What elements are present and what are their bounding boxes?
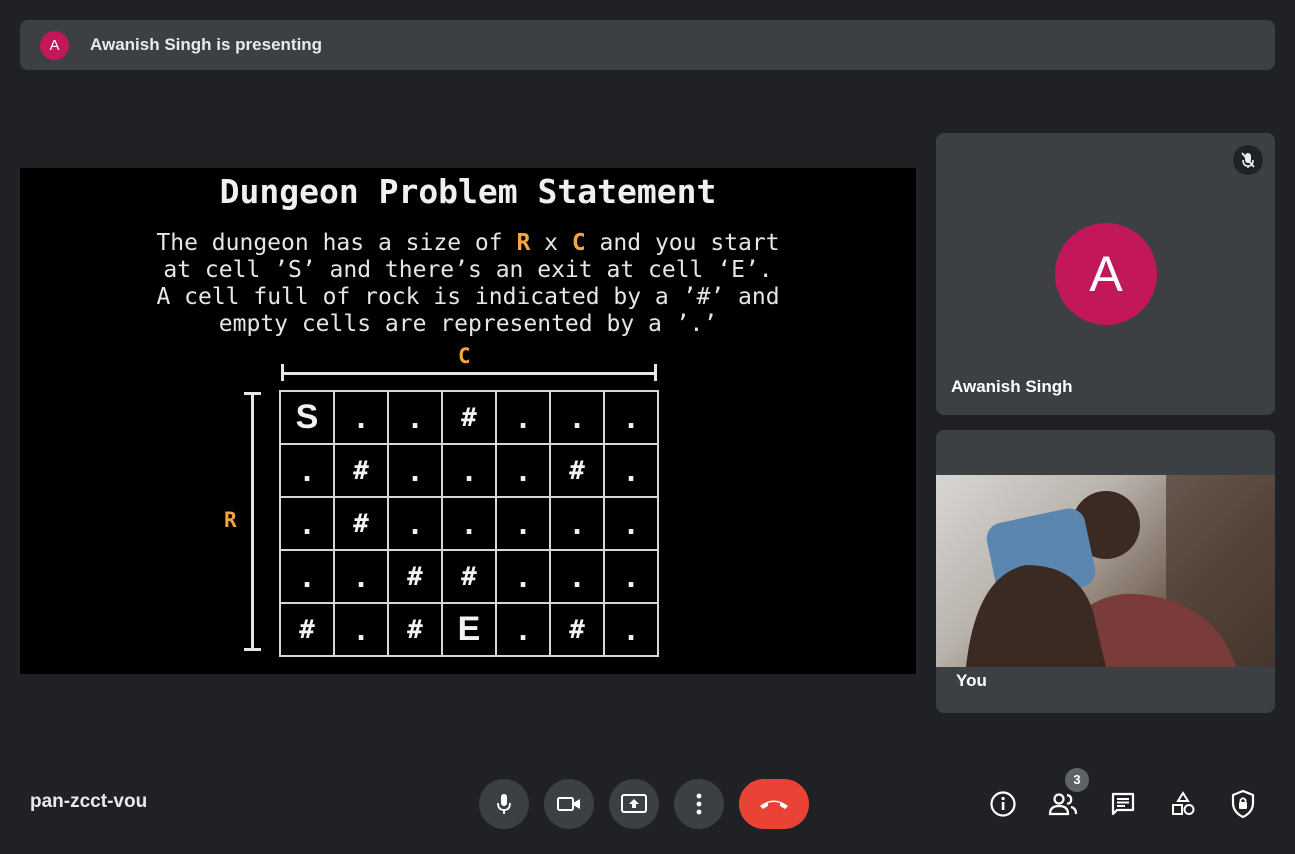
- grid-cell: .: [443, 445, 495, 496]
- grid-cell: .: [551, 551, 603, 602]
- self-name: You: [956, 671, 987, 690]
- shapes-icon: [1172, 791, 1195, 815]
- grid-cell: .: [281, 551, 333, 602]
- muted-mic-icon: [1233, 145, 1263, 175]
- grid-cell: #: [443, 392, 495, 443]
- chat-icon: [1111, 792, 1135, 816]
- grid-cell: .: [605, 498, 657, 549]
- grid-cell: .: [551, 392, 603, 443]
- presenter-avatar: A: [40, 31, 69, 60]
- grid-cell: S: [281, 392, 333, 443]
- slide-title: Dungeon Problem Statement: [219, 172, 717, 211]
- grid-cell: .: [281, 498, 333, 549]
- grid-cell: .: [497, 551, 549, 602]
- grid-cell: #: [335, 445, 387, 496]
- grid-cell: #: [551, 445, 603, 496]
- more-options-button[interactable]: [674, 779, 724, 829]
- presenting-text: Awanish Singh is presenting: [90, 35, 323, 54]
- row-dimension-tick-bottom: [244, 648, 261, 651]
- grid-cell: .: [497, 498, 549, 549]
- microphone-button[interactable]: [479, 779, 529, 829]
- participant-avatar: A: [1055, 223, 1157, 325]
- column-dimension-tick-right: [654, 364, 657, 381]
- grid-cell: .: [605, 551, 657, 602]
- microphone-icon: [497, 794, 511, 814]
- present-screen-icon: [621, 794, 647, 813]
- info-icon: [990, 791, 1016, 817]
- grid-cell: #: [551, 604, 603, 655]
- grid-cell: .: [389, 498, 441, 549]
- shield-lock-icon: [1231, 789, 1255, 819]
- host-controls-button[interactable]: [1225, 786, 1261, 822]
- participant-tile-self[interactable]: You: [936, 430, 1275, 713]
- grid-cell: #: [389, 604, 441, 655]
- grid-cell: .: [335, 392, 387, 443]
- grid-cell: .: [497, 604, 549, 655]
- grid-cell: .: [551, 498, 603, 549]
- column-label: C: [458, 344, 471, 368]
- self-video-feed: [936, 475, 1275, 667]
- grid-cell: .: [389, 392, 441, 443]
- leave-call-button[interactable]: [739, 779, 809, 829]
- people-icon: [1048, 793, 1078, 816]
- grid-cell: #: [281, 604, 333, 655]
- video-camera-icon: [557, 797, 580, 811]
- column-dimension-line: [282, 372, 656, 375]
- present-now-button[interactable]: [609, 779, 659, 829]
- grid-cell: #: [335, 498, 387, 549]
- grid-cell: #: [389, 551, 441, 602]
- shared-screen: Dungeon Problem Statement The dungeon ha…: [20, 168, 916, 674]
- hang-up-icon: [760, 800, 788, 809]
- grid-cell: .: [605, 392, 657, 443]
- grid-cell: .: [335, 551, 387, 602]
- row-dimension-tick-top: [244, 392, 261, 395]
- grid-cell: E: [443, 604, 495, 655]
- participant-name: Awanish Singh: [951, 377, 1073, 396]
- participants-count-badge: 3: [1065, 768, 1089, 792]
- grid-cell: .: [605, 604, 657, 655]
- grid-cell: .: [335, 604, 387, 655]
- grid-cell: .: [497, 392, 549, 443]
- grid-cell: .: [389, 445, 441, 496]
- dungeon-grid: S.. #.... #... #.. #....... # #... #. # E. #.: [279, 390, 659, 657]
- column-dimension-tick-left: [281, 364, 284, 381]
- grid-cell: .: [605, 445, 657, 496]
- grid-cell: .: [281, 445, 333, 496]
- participant-tile-awanish[interactable]: A Awanish Singh: [936, 133, 1275, 415]
- meeting-details-button[interactable]: [985, 786, 1021, 822]
- grid-cell: #: [443, 551, 495, 602]
- activities-button[interactable]: [1165, 786, 1201, 822]
- presenting-banner: A Awanish Singh is presenting: [20, 20, 1275, 70]
- more-vertical-icon: [696, 793, 702, 815]
- row-dimension-line: [251, 392, 254, 650]
- grid-cell: .: [497, 445, 549, 496]
- slide-statement: The dungeon has a size of R x C and you …: [156, 230, 780, 337]
- grid-cell: .: [443, 498, 495, 549]
- row-label: R: [224, 508, 237, 532]
- chat-button[interactable]: [1105, 786, 1141, 822]
- camera-button[interactable]: [544, 779, 594, 829]
- meeting-code: pan-zcct-vou: [30, 791, 148, 812]
